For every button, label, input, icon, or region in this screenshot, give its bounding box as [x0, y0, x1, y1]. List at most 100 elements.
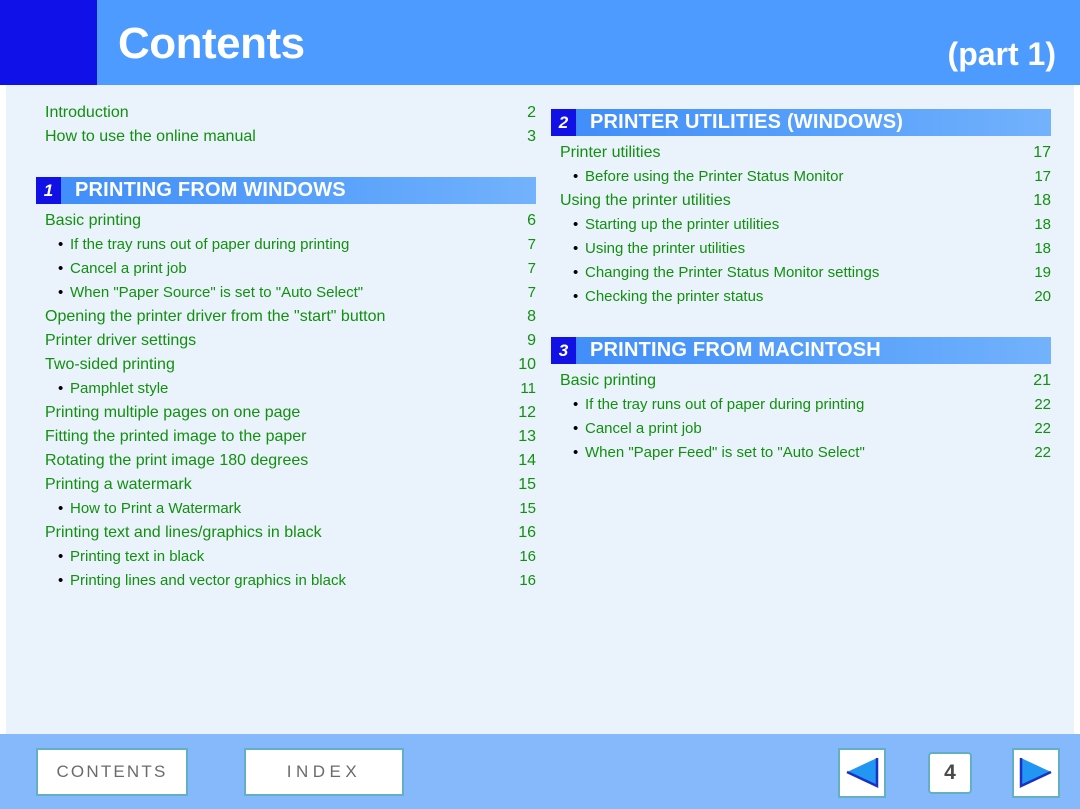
toc-item-label: Cancel a print job	[575, 417, 702, 441]
section-number-badge: 2	[551, 109, 576, 136]
index-button-label: INDEX	[286, 762, 362, 781]
toc-item-label: Pamphlet style	[60, 377, 168, 401]
toc-item-label: Two-sided printing	[45, 356, 175, 373]
toc-item-page: 17	[1033, 144, 1051, 161]
toc-item-label: How to Print a Watermark	[60, 497, 241, 521]
toc-row[interactable]: Basic printing 6	[36, 209, 536, 233]
left-triangle-icon	[846, 758, 879, 788]
toc-item-page: 7	[527, 284, 536, 301]
toc-row[interactable]: Printing a watermark 15	[36, 473, 536, 497]
right-triangle-icon	[1019, 758, 1052, 788]
toc-list-section-2: Printer utilities 17 Before using the Pr…	[551, 141, 1051, 309]
toc-item-label: Basic printing	[45, 212, 142, 229]
toc-row[interactable]: Opening the printer driver from the "sta…	[36, 305, 536, 329]
section-title: PRINTER UTILITIES (WINDOWS)	[590, 111, 904, 133]
toc-item-label: Opening the printer driver from the "sta…	[45, 308, 386, 325]
toc-row[interactable]: Starting up the printer utilities 18	[551, 213, 1051, 237]
toc-item-page: 6	[527, 212, 536, 229]
toc-item-label: Checking the printer status	[575, 285, 763, 309]
toc-list-section-1: Basic printing 6 If the tray runs out of…	[36, 209, 536, 593]
toc-row[interactable]: Introduction 2	[36, 101, 536, 125]
header-accent-block	[0, 0, 97, 85]
toc-row[interactable]: If the tray runs out of paper during pri…	[551, 393, 1051, 417]
toc-row[interactable]: Pamphlet style 11	[36, 377, 536, 401]
index-button[interactable]: INDEX	[244, 748, 404, 796]
toc-item-label: Printer driver settings	[45, 332, 197, 349]
toc-item-label: Basic printing	[560, 372, 657, 389]
toc-item-label: Starting up the printer utilities	[575, 213, 779, 237]
toc-item-label: If the tray runs out of paper during pri…	[60, 233, 349, 257]
page-title: Contents	[118, 19, 305, 68]
toc-row[interactable]: Printing text and lines/graphics in blac…	[36, 521, 536, 545]
toc-row[interactable]: Printer utilities 17	[551, 141, 1051, 165]
toc-row[interactable]: Printing lines and vector graphics in bl…	[36, 569, 536, 593]
toc-row[interactable]: Printing multiple pages on one page 12	[36, 401, 536, 425]
toc-item-page: 11	[520, 380, 536, 397]
page-number-box[interactable]: 4	[928, 752, 972, 794]
toc-row[interactable]: Cancel a print job 7	[36, 257, 536, 281]
previous-page-button[interactable]	[838, 748, 886, 798]
page-number-value: 4	[944, 761, 956, 784]
toc-row[interactable]: Basic printing 21	[551, 369, 1051, 393]
toc-item-page: 10	[518, 356, 536, 373]
toc-row[interactable]: Two-sided printing 10	[36, 353, 536, 377]
toc-row[interactable]: Cancel a print job 22	[551, 417, 1051, 441]
toc-list-section-3: Basic printing 21 If the tray runs out o…	[551, 369, 1051, 465]
toc-row[interactable]: If the tray runs out of paper during pri…	[36, 233, 536, 257]
toc-row[interactable]: Using the printer utilities 18	[551, 189, 1051, 213]
contents-button[interactable]: CONTENTS	[36, 748, 188, 796]
toc-item-page: 16	[519, 548, 536, 565]
toc-item-page: 7	[527, 260, 536, 277]
toc-item-label: Changing the Printer Status Monitor sett…	[575, 261, 879, 285]
toc-item-label: If the tray runs out of paper during pri…	[575, 393, 864, 417]
toc-row[interactable]: When "Paper Feed" is set to "Auto Select…	[551, 441, 1051, 465]
toc-item-page: 8	[527, 308, 536, 325]
toc-item-label: Cancel a print job	[60, 257, 187, 281]
toc-row[interactable]: Fitting the printed image to the paper 1…	[36, 425, 536, 449]
next-page-button[interactable]	[1012, 748, 1060, 798]
toc-row[interactable]: Rotating the print image 180 degrees 14	[36, 449, 536, 473]
toc-item-page: 15	[518, 476, 536, 493]
toc-item-label: How to use the online manual	[45, 128, 256, 145]
toc-item-label: Using the printer utilities	[560, 192, 731, 209]
page-root: Contents (part 1) Introduction 2 How to …	[0, 0, 1080, 809]
toc-column-left: Introduction 2 How to use the online man…	[36, 85, 536, 593]
header-part-label: (part 1)	[947, 36, 1056, 72]
section-title: PRINTING FROM WINDOWS	[75, 179, 346, 201]
toc-item-page: 3	[527, 128, 536, 145]
section-header-3: 3 PRINTING FROM MACINTOSH	[551, 337, 1051, 364]
toc-item-page: 22	[1034, 396, 1051, 413]
toc-row[interactable]: How to Print a Watermark 15	[36, 497, 536, 521]
toc-column-right: 2 PRINTER UTILITIES (WINDOWS) Printer ut…	[551, 85, 1051, 465]
toc-item-label: Printing multiple pages on one page	[45, 404, 301, 421]
toc-row[interactable]: How to use the online manual 3	[36, 125, 536, 149]
contents-button-label: CONTENTS	[56, 762, 168, 781]
toc-item-page: 15	[519, 500, 536, 517]
toc-item-label: Printer utilities	[560, 144, 661, 161]
toc-item-page: 14	[518, 452, 536, 469]
toc-item-page: 7	[527, 236, 536, 253]
toc-row[interactable]: Checking the printer status 20	[551, 285, 1051, 309]
toc-item-label: When "Paper Feed" is set to "Auto Select…	[575, 441, 865, 465]
toc-row[interactable]: Using the printer utilities 18	[551, 237, 1051, 261]
toc-item-page: 21	[1033, 372, 1051, 389]
section-number-badge: 1	[36, 177, 61, 204]
toc-item-label: Using the printer utilities	[575, 237, 745, 261]
toc-row[interactable]: Before using the Printer Status Monitor …	[551, 165, 1051, 189]
section-number-badge: 3	[551, 337, 576, 364]
toc-item-label: Introduction	[45, 104, 129, 121]
toc-row[interactable]: Printing text in black 16	[36, 545, 536, 569]
toc-item-label: Printing lines and vector graphics in bl…	[60, 569, 346, 593]
toc-row[interactable]: Changing the Printer Status Monitor sett…	[551, 261, 1051, 285]
toc-item-page: 18	[1033, 192, 1051, 209]
toc-row[interactable]: When "Paper Source" is set to "Auto Sele…	[36, 281, 536, 305]
toc-item-page: 16	[519, 572, 536, 589]
toc-item-page: 18	[1034, 216, 1051, 233]
toc-item-page: 16	[518, 524, 536, 541]
toc-item-page: 17	[1034, 168, 1051, 185]
toc-row[interactable]: Printer driver settings 9	[36, 329, 536, 353]
toc-item-label: Printing text and lines/graphics in blac…	[45, 524, 322, 541]
toc-item-page: 12	[518, 404, 536, 421]
toc-item-label: Printing a watermark	[45, 476, 192, 493]
toc-item-label: Fitting the printed image to the paper	[45, 428, 307, 445]
